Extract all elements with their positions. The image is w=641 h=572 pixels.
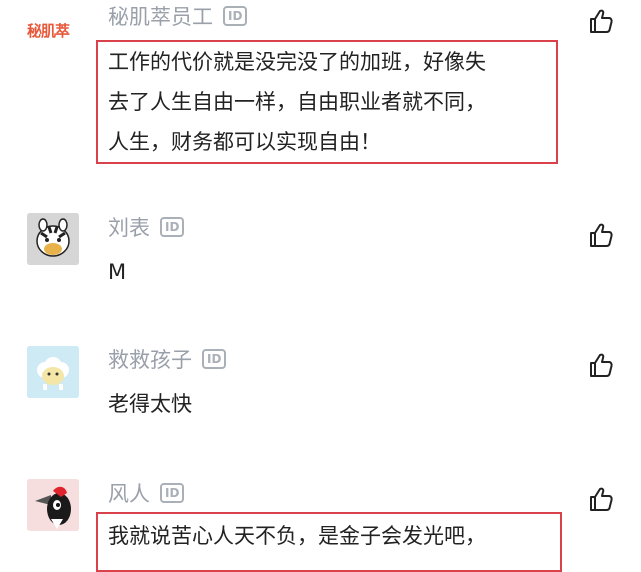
comment-text-line: M xyxy=(108,260,127,284)
thumbs-up-icon[interactable] xyxy=(588,8,614,34)
comment-item: 风人 ID 我就说苦心人天不负，是金子会发光吧， xyxy=(0,460,641,572)
comment-item: 救救孩子 ID 老得太快 xyxy=(0,330,641,460)
id-badge: ID xyxy=(202,349,227,369)
brand-logo-avatar[interactable]: 秘肌萃 xyxy=(27,20,70,41)
avatar[interactable] xyxy=(27,479,79,531)
id-badge: ID xyxy=(160,483,185,503)
comment-text-line: 去了人生自由一样，自由职业者就不同， xyxy=(108,90,486,114)
comment-item: 刘表 ID M xyxy=(0,200,641,330)
comment-username[interactable]: 风人 ID xyxy=(108,480,185,508)
id-badge: ID xyxy=(160,217,185,237)
username-text[interactable]: 刘表 xyxy=(108,216,150,240)
username-text[interactable]: 救救孩子 xyxy=(108,348,192,372)
comment-text-line: 老得太快 xyxy=(108,392,192,416)
avatar[interactable] xyxy=(27,213,79,265)
comment-username[interactable]: 救救孩子 ID xyxy=(108,346,227,374)
thumbs-up-icon[interactable] xyxy=(588,352,614,378)
comment-username[interactable]: 秘肌萃员工 ID xyxy=(108,3,248,31)
id-badge: ID xyxy=(223,6,248,26)
comment-item: 秘肌萃 秘肌萃员工 ID 工作的代价就是没完没了的加班，好像失 去了人生自由一样，… xyxy=(0,0,641,200)
username-text[interactable]: 风人 xyxy=(108,482,150,506)
comment-username[interactable]: 刘表 ID xyxy=(108,214,185,242)
username-text[interactable]: 秘肌萃员工 xyxy=(108,5,213,29)
comment-text-line: 工作的代价就是没完没了的加班，好像失 xyxy=(108,50,486,74)
thumbs-up-icon[interactable] xyxy=(588,222,614,248)
comment-text-line: 人生，财务都可以实现自由！ xyxy=(108,130,381,154)
avatar[interactable] xyxy=(27,346,79,398)
thumbs-up-icon[interactable] xyxy=(588,486,614,512)
comment-text-line: 我就说苦心人天不负，是金子会发光吧， xyxy=(108,524,486,548)
